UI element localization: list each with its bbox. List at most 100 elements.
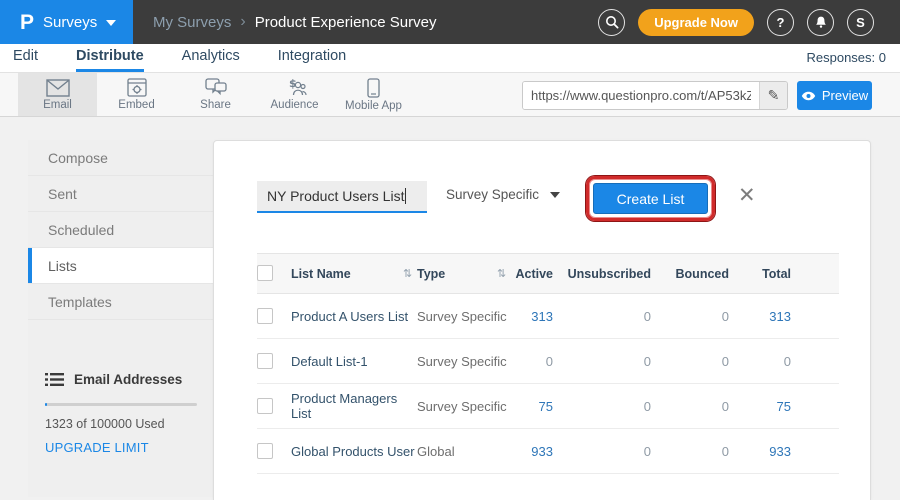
email-addresses-panel: Email Addresses 1323 of 100000 Used UPGR… xyxy=(28,372,213,455)
close-icon[interactable]: ✕ xyxy=(738,185,756,206)
sidebar-item-templates[interactable]: Templates xyxy=(28,284,213,320)
mobile-app-icon xyxy=(367,78,380,98)
list-name-link[interactable]: Product Managers List xyxy=(291,391,417,421)
email-usage-text: 1323 of 100000 Used xyxy=(45,417,213,431)
list-name-link[interactable]: Global Products User xyxy=(291,444,417,459)
bounced-count: 0 xyxy=(651,354,729,369)
select-all-checkbox[interactable] xyxy=(257,265,273,281)
chevron-down-icon xyxy=(550,192,560,198)
survey-url-group: ✎ xyxy=(522,81,788,110)
email-sidebar: Compose Sent Scheduled Lists Templates E… xyxy=(28,140,213,497)
channel-share[interactable]: Share xyxy=(176,73,255,116)
table-row: Product A Users List Survey Specific 313… xyxy=(257,294,839,339)
upgrade-now-button[interactable]: Upgrade Now xyxy=(638,9,754,36)
avatar-initial: S xyxy=(856,15,865,30)
create-list-button[interactable]: Create List xyxy=(593,183,708,214)
breadcrumb-current-survey: Product Experience Survey xyxy=(255,14,437,31)
preview-button[interactable]: Preview xyxy=(797,81,872,110)
active-count[interactable]: 313 xyxy=(511,309,553,324)
list-type-dropdown[interactable]: Survey Specific xyxy=(446,187,560,202)
sort-icon[interactable]: ⇅ xyxy=(497,267,511,280)
tab-edit[interactable]: Edit xyxy=(13,44,38,72)
channel-mobile-app[interactable]: Mobile App xyxy=(334,73,413,116)
text-cursor xyxy=(405,188,406,204)
row-checkbox[interactable] xyxy=(257,353,273,369)
sidebar-item-sent[interactable]: Sent xyxy=(28,176,213,212)
audience-icon: $ xyxy=(283,78,307,97)
sort-icon[interactable]: ⇅ xyxy=(403,267,417,280)
total-count[interactable]: 313 xyxy=(729,309,791,324)
total-count[interactable]: 75 xyxy=(729,399,791,414)
table-row: Global Products User Global 933 0 0 933 xyxy=(257,429,839,474)
unsubscribed-count: 0 xyxy=(553,444,651,459)
responses-count[interactable]: Responses: 0 xyxy=(807,50,887,65)
help-button[interactable]: ? xyxy=(767,9,794,36)
active-count[interactable]: 933 xyxy=(511,444,553,459)
list-name-link[interactable]: Default List-1 xyxy=(291,354,417,369)
channel-audience[interactable]: $ Audience xyxy=(255,73,334,116)
sidebar-item-lists[interactable]: Lists xyxy=(28,248,213,284)
channel-mobile-app-label: Mobile App xyxy=(345,100,402,112)
row-checkbox[interactable] xyxy=(257,308,273,324)
col-unsubscribed: Unsubscribed xyxy=(553,267,651,281)
account-avatar[interactable]: S xyxy=(847,9,874,36)
list-type: Survey Specific xyxy=(417,399,511,414)
top-bar: P Surveys My Surveys › Product Experienc… xyxy=(0,0,900,44)
tab-integration[interactable]: Integration xyxy=(278,44,347,72)
active-count[interactable]: 75 xyxy=(511,399,553,414)
app-menu-label: Surveys xyxy=(43,14,97,31)
bounced-count: 0 xyxy=(651,309,729,324)
list-name-input[interactable]: NY Product Users List xyxy=(257,181,427,213)
lists-panel: NY Product Users List Survey Specific Cr… xyxy=(213,140,871,500)
email-addresses-title: Email Addresses xyxy=(74,372,182,387)
tab-analytics[interactable]: Analytics xyxy=(182,44,240,72)
unsubscribed-count: 0 xyxy=(553,399,651,414)
red-highlight-annotation: Create List xyxy=(586,176,715,221)
survey-nav-bar: Edit Distribute Analytics Integration Re… xyxy=(0,44,900,72)
list-type: Global xyxy=(417,444,511,459)
question-mark-icon: ? xyxy=(777,15,785,30)
nav-tabs: Edit Distribute Analytics Integration xyxy=(13,44,384,72)
col-type[interactable]: Type xyxy=(417,267,497,281)
pencil-icon: ✎ xyxy=(768,87,780,104)
list-type: Survey Specific xyxy=(417,309,511,324)
email-usage-progress-fill xyxy=(45,403,47,406)
tab-distribute[interactable]: Distribute xyxy=(76,44,144,72)
questionpro-logo-icon: P xyxy=(20,12,34,33)
channel-email-label: Email xyxy=(43,99,72,111)
channel-share-label: Share xyxy=(200,99,231,111)
list-icon xyxy=(45,372,64,387)
bounced-count: 0 xyxy=(651,399,729,414)
unsubscribed-count: 0 xyxy=(553,354,651,369)
active-count: 0 xyxy=(511,354,553,369)
sidebar-item-compose[interactable]: Compose xyxy=(28,140,213,176)
col-list-name[interactable]: List Name xyxy=(291,267,403,281)
list-type: Survey Specific xyxy=(417,354,511,369)
bounced-count: 0 xyxy=(651,444,729,459)
list-type-value: Survey Specific xyxy=(446,187,539,202)
unsubscribed-count: 0 xyxy=(553,309,651,324)
surveys-app-menu[interactable]: P Surveys xyxy=(0,0,133,44)
lists-table: List Name ⇅ Type ⇅ Active Unsubscribed B… xyxy=(257,253,839,474)
sidebar-item-scheduled[interactable]: Scheduled xyxy=(28,212,213,248)
distribute-channels: Email Embed Share $ Audience Mobile App xyxy=(18,73,413,116)
list-name-link[interactable]: Product A Users List xyxy=(291,309,417,324)
distribute-toolbar: Email Embed Share $ Audience Mobile App … xyxy=(0,72,900,117)
channel-embed[interactable]: Embed xyxy=(97,73,176,116)
notifications-button[interactable] xyxy=(807,9,834,36)
total-count: 0 xyxy=(729,354,791,369)
breadcrumb-my-surveys[interactable]: My Surveys xyxy=(153,14,231,31)
breadcrumb-separator-icon: › xyxy=(240,13,245,31)
survey-url-input[interactable] xyxy=(523,82,759,109)
row-checkbox[interactable] xyxy=(257,443,273,459)
channel-embed-label: Embed xyxy=(118,99,154,111)
chevron-down-icon xyxy=(106,20,116,26)
upgrade-limit-link[interactable]: UPGRADE LIMIT xyxy=(45,440,213,455)
email-icon xyxy=(46,79,70,97)
channel-email[interactable]: Email xyxy=(18,73,97,116)
row-checkbox[interactable] xyxy=(257,398,273,414)
search-button[interactable] xyxy=(598,9,625,36)
total-count[interactable]: 933 xyxy=(729,444,791,459)
table-header-row: List Name ⇅ Type ⇅ Active Unsubscribed B… xyxy=(257,253,839,294)
edit-url-button[interactable]: ✎ xyxy=(759,82,787,109)
